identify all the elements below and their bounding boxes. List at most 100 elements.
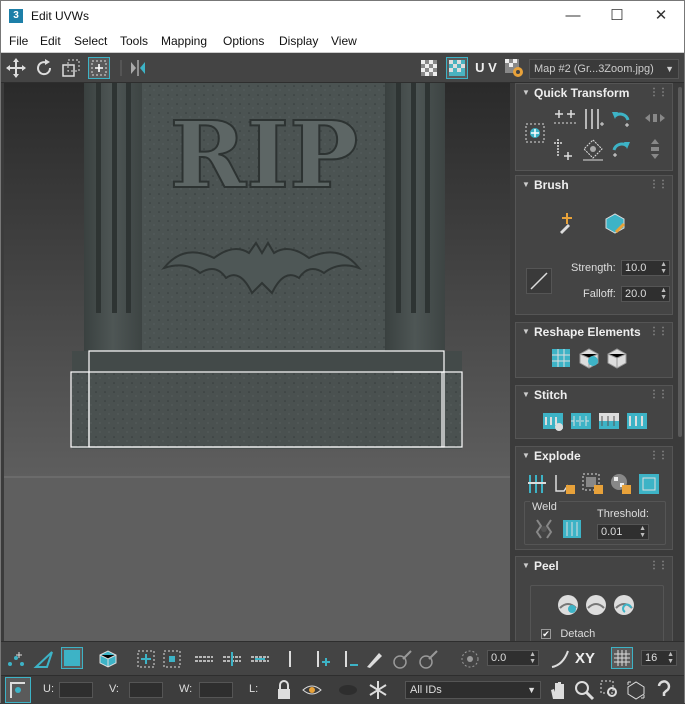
rollout-header[interactable]: ▼ Quick Transform ⋮⋮ [516, 84, 672, 102]
menu-options[interactable]: Options [223, 34, 264, 48]
space-horizontal-icon[interactable] [642, 106, 668, 132]
weld-target-icon[interactable] [559, 516, 585, 542]
minimize-button[interactable]: — [550, 5, 596, 27]
grow-selection-icon[interactable] [135, 648, 157, 670]
menu-edit[interactable]: Edit [40, 34, 61, 48]
shrink-selection-icon[interactable] [161, 648, 183, 670]
grid-snap-icon[interactable] [611, 647, 633, 669]
zoom-region-icon[interactable] [599, 679, 621, 701]
falloff-spinner[interactable]: 20.0 ▲ ▼ [621, 286, 670, 302]
rotate-icon[interactable] [33, 57, 55, 79]
flatten-by-polygon-icon[interactable] [608, 471, 634, 497]
flatten-icon[interactable] [636, 471, 662, 497]
loop-grow-icon[interactable] [221, 648, 243, 670]
rotate-ccw-icon[interactable] [608, 106, 634, 132]
lock-icon[interactable] [273, 679, 295, 701]
pivot-icon[interactable] [522, 120, 548, 146]
loop-select-icon[interactable] [193, 648, 215, 670]
close-button[interactable]: ✕ [638, 5, 684, 27]
rollout-title: Peel [534, 559, 559, 573]
rollout-header[interactable]: ▼ Reshape Elements ⋮⋮ [516, 323, 672, 341]
checker-pattern-icon[interactable] [418, 57, 440, 79]
rotate-cw-icon[interactable] [608, 136, 634, 162]
relax-brush-icon[interactable] [602, 210, 628, 236]
freeform-mode-icon[interactable] [88, 57, 110, 79]
face-mode-icon[interactable] [61, 647, 83, 669]
u-field[interactable] [59, 682, 93, 698]
scale-icon[interactable] [60, 57, 82, 79]
vertex-mode-icon[interactable] [5, 648, 27, 670]
paint-grow-icon[interactable] [391, 648, 413, 670]
falloff-curve-icon[interactable] [526, 268, 552, 294]
detach-checkbox[interactable]: ✔ Detach [541, 626, 595, 640]
menu-select[interactable]: Select [74, 34, 107, 48]
v-field[interactable] [129, 682, 163, 698]
show-map-icon[interactable] [446, 57, 468, 79]
zoom-icon[interactable] [573, 679, 595, 701]
paint-shrink-icon[interactable] [417, 648, 439, 670]
menu-mapping[interactable]: Mapping [161, 34, 207, 48]
edge-mode-icon[interactable] [33, 648, 55, 670]
menu-view[interactable]: View [331, 34, 357, 48]
ids-dropdown[interactable]: All IDs ▼ [405, 681, 541, 699]
rollout-header[interactable]: ▼ Brush ⋮⋮ [516, 176, 672, 194]
map-options-icon[interactable] [503, 57, 525, 79]
paint-select-icon[interactable] [363, 648, 385, 670]
align-horizontal-icon[interactable] [552, 106, 578, 132]
soft-selection-icon[interactable] [459, 648, 481, 670]
stitch-average-icon[interactable] [596, 408, 622, 434]
rotate-value-spinner[interactable]: 0.0 ▲ ▼ [487, 650, 539, 666]
weld-selected-icon[interactable] [531, 516, 557, 542]
space-vertical-icon[interactable] [642, 136, 668, 162]
relax-icon[interactable] [604, 345, 630, 371]
menu-display[interactable]: Display [279, 34, 318, 48]
loop-shrink-icon[interactable] [249, 648, 271, 670]
help-icon[interactable] [653, 679, 675, 701]
ring-shrink-icon[interactable] [337, 648, 359, 670]
flatten-by-smoothing-icon[interactable] [552, 471, 578, 497]
panel-scrollbar[interactable] [676, 83, 684, 641]
hide-icon[interactable] [301, 679, 323, 701]
flatten-by-material-icon[interactable] [580, 471, 606, 497]
strength-spinner[interactable]: 10.0 ▲ ▼ [621, 260, 670, 276]
uv-editor-viewport[interactable]: RIP [4, 83, 510, 641]
straighten-selection-icon[interactable] [548, 345, 574, 371]
straighten-icon[interactable] [580, 136, 606, 162]
menu-file[interactable]: File [9, 34, 28, 48]
align-to-edge-icon[interactable] [552, 136, 578, 162]
absolute-mode-icon[interactable] [5, 677, 31, 703]
zoom-extents-icon[interactable] [625, 679, 647, 701]
rollout-header[interactable]: ▼ Explode ⋮⋮ [516, 447, 672, 465]
rollout-header[interactable]: ▼ Stitch ⋮⋮ [516, 386, 672, 404]
maximize-button[interactable]: ☐ [594, 5, 640, 27]
map-dropdown[interactable]: Map #2 (Gr...3Zoom.jpg) ▼ [529, 59, 679, 79]
relax-until-flat-icon[interactable] [576, 345, 602, 371]
reset-peel-icon[interactable] [611, 592, 637, 618]
ring-grow-icon[interactable] [309, 648, 331, 670]
w-field[interactable] [199, 682, 233, 698]
falloff-type-icon[interactable] [549, 648, 571, 670]
rollout-header[interactable]: ▼ Peel ⋮⋮ [516, 557, 672, 575]
ring-select-icon[interactable] [279, 648, 301, 670]
xy-axis-button[interactable]: XY [575, 648, 603, 670]
uv-axis-button[interactable]: U V [473, 57, 499, 79]
stitch-custom-icon[interactable] [540, 408, 566, 434]
mirror-icon[interactable] [127, 57, 149, 79]
pan-hand-icon[interactable] [547, 679, 569, 701]
stitch-to-target-icon[interactable] [624, 408, 650, 434]
break-icon[interactable] [524, 471, 550, 497]
menu-tools[interactable]: Tools [120, 34, 148, 48]
stitch-to-source-icon[interactable] [568, 408, 594, 434]
freeze-hidden-icon[interactable] [337, 679, 359, 701]
v-label: V: [109, 683, 119, 695]
align-vertical-icon[interactable] [580, 106, 606, 132]
element-mode-icon[interactable] [97, 648, 119, 670]
move-icon[interactable] [5, 57, 27, 79]
paint-move-icon[interactable] [554, 210, 580, 236]
threshold-spinner[interactable]: 0.01 ▲ ▼ [597, 524, 649, 540]
count-spinner[interactable]: 16 ▲ ▼ [641, 650, 677, 666]
freeze-icon[interactable] [367, 679, 389, 701]
scrollbar-thumb[interactable] [678, 87, 682, 437]
peel-mode-icon[interactable] [583, 592, 609, 618]
quick-peel-icon[interactable] [555, 592, 581, 618]
